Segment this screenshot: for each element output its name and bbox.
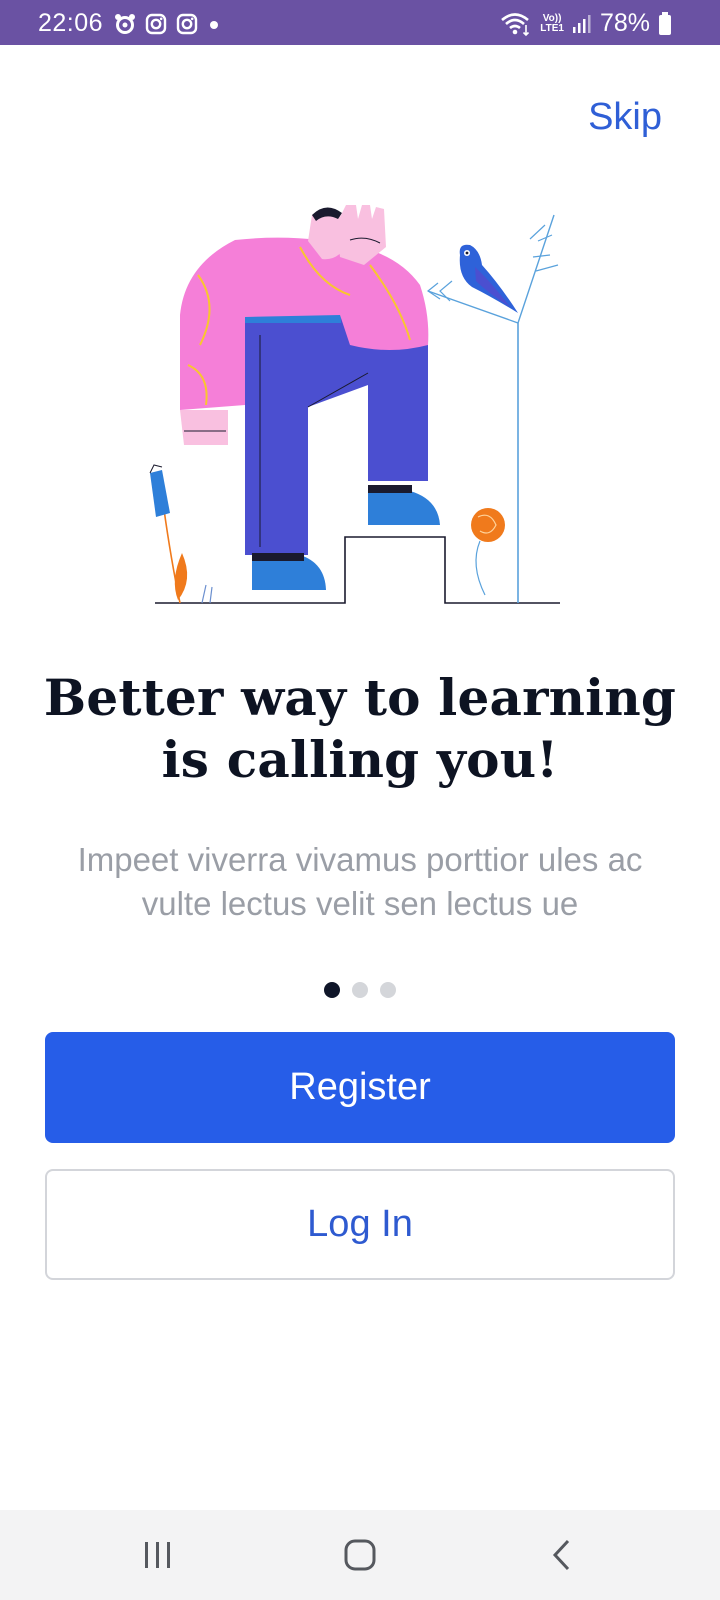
battery-percentage: 78%	[599, 9, 650, 37]
back-icon	[552, 1539, 570, 1571]
status-right: Vo)) LTE1 78%	[500, 9, 672, 38]
status-time: 22:06	[38, 9, 104, 37]
back-button[interactable]	[532, 1530, 592, 1580]
onboarding-headline: Better way to learning is calling you!	[43, 668, 677, 789]
battery-icon	[659, 11, 671, 35]
register-button[interactable]: Register	[45, 1032, 675, 1143]
instagram-icon	[176, 13, 198, 35]
system-nav-bar	[0, 1510, 720, 1600]
login-button[interactable]: Log In	[45, 1169, 675, 1280]
recents-button[interactable]	[128, 1530, 188, 1580]
lte-indicator: Vo)) LTE1	[540, 12, 564, 34]
lte-label: LTE1	[540, 22, 564, 34]
wifi-icon	[501, 12, 530, 36]
alarm-icon	[115, 14, 135, 34]
status-bar: 22:06 Vo)) LTE1 78%	[0, 0, 720, 45]
home-button[interactable]	[330, 1530, 390, 1580]
onboarding-screen: 22:06 Vo)) LTE1 78% Skip Better way to l…	[0, 0, 720, 1600]
onboarding-subtitle: Impeet viverra vivamus porttior ules ac …	[77, 841, 643, 922]
signal-icon	[572, 14, 591, 33]
volte-label: Vo))	[542, 12, 562, 24]
onboarding-illustration	[149, 205, 560, 604]
page-indicator	[0, 982, 720, 998]
notification-icons	[114, 13, 221, 35]
home-icon	[344, 1539, 376, 1571]
page-dot-1[interactable]	[324, 982, 340, 998]
page-dot-2[interactable]	[352, 982, 368, 998]
instagram-icon	[145, 13, 167, 35]
page-dot-3[interactable]	[380, 982, 396, 998]
skip-button[interactable]: Skip	[588, 96, 662, 139]
recents-icon	[145, 1542, 170, 1568]
more-notifications-dot-icon	[210, 21, 218, 29]
